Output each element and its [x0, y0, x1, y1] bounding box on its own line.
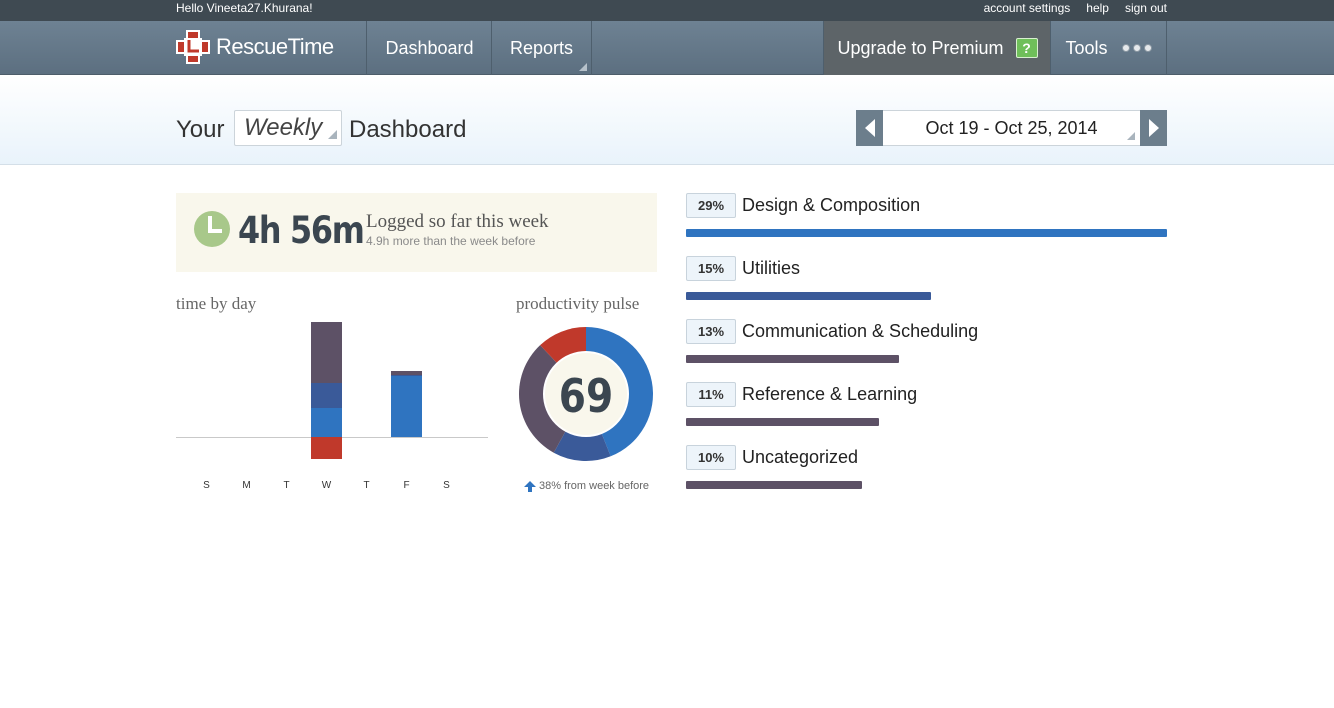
- total-time: 4h 56m: [238, 209, 365, 252]
- logo-cross-clock-icon: [176, 30, 210, 64]
- bar-segment[interactable]: [391, 371, 422, 375]
- main-nav: RescueTime Dashboard Reports Upgrade to …: [0, 21, 1334, 75]
- previous-period-button[interactable]: [856, 110, 883, 146]
- dropdown-corner-icon: [328, 130, 337, 139]
- day-label: W: [321, 480, 332, 491]
- date-range-select[interactable]: Oct 19 - Oct 25, 2014: [883, 110, 1140, 146]
- arrow-up-icon: [524, 480, 536, 492]
- bar-segment[interactable]: [311, 321, 342, 383]
- pulse-score: 69: [559, 370, 613, 424]
- logo-text: RescueTime: [216, 34, 334, 60]
- clock-icon: [194, 211, 230, 247]
- weekly-total-summary: 4h 56m Logged so far this week 4.9h more…: [176, 193, 657, 272]
- productivity-pulse-label: productivity pulse: [516, 294, 640, 313]
- category-bar: [686, 292, 931, 300]
- productivity-pulse-chart[interactable]: 69: [518, 326, 654, 462]
- date-range-value: Oct 19 - Oct 25, 2014: [925, 117, 1098, 138]
- category-name[interactable]: Reference & Learning: [742, 384, 917, 405]
- greeting: Hello Vineeta27.Khurana!: [176, 1, 313, 15]
- category-percent: 13%: [686, 319, 736, 344]
- pulse-change-text: 38% from week before: [539, 480, 650, 492]
- day-label: M: [242, 480, 251, 491]
- arrow-right-icon: [1148, 119, 1159, 137]
- title-your: Your: [176, 116, 225, 143]
- logo-text-time: Time: [287, 34, 335, 59]
- bar-segment[interactable]: [311, 437, 342, 460]
- arrow-left-icon: [864, 119, 875, 137]
- bar-segment[interactable]: [391, 374, 422, 377]
- time-by-day-label: time by day: [176, 294, 257, 313]
- category-name[interactable]: Design & Composition: [742, 195, 920, 216]
- pulse-change: 38% from week before: [524, 480, 649, 492]
- bar-segment[interactable]: [311, 408, 342, 437]
- nav-reports[interactable]: Reports: [491, 21, 592, 75]
- top-bar: Hello Vineeta27.Khurana! account setting…: [0, 0, 1334, 21]
- dropdown-corner-icon: [1127, 132, 1135, 140]
- category-percent: 10%: [686, 445, 736, 470]
- logged-text: Logged so far this week: [366, 211, 549, 232]
- more-dots-icon: [1121, 44, 1152, 52]
- category-percent: 29%: [686, 193, 736, 218]
- category-bar: [686, 229, 1167, 237]
- bar-segment[interactable]: [391, 376, 422, 437]
- period-select[interactable]: Weekly: [234, 110, 342, 146]
- bar-segment[interactable]: [311, 382, 342, 409]
- dashboard-header: Your Weekly Dashboard Oct 19 - Oct 25, 2…: [0, 75, 1334, 165]
- category-name[interactable]: Communication & Scheduling: [742, 321, 978, 342]
- rescuetime-logo[interactable]: RescueTime: [176, 30, 334, 64]
- category-bar: [686, 481, 862, 489]
- nav-tools-label: Tools: [1065, 37, 1108, 58]
- category-bar: [686, 418, 879, 426]
- category-percent: 15%: [686, 256, 736, 281]
- account-links: account settings help sign out: [984, 1, 1167, 15]
- nav-dashboard-label: Dashboard: [385, 37, 474, 58]
- upgrade-premium-button[interactable]: Upgrade to Premium ?: [823, 21, 1051, 75]
- day-label: T: [363, 480, 370, 491]
- logo-text-rescue: Rescue: [216, 34, 288, 59]
- dropdown-corner-icon: [579, 63, 587, 71]
- title-dashboard: Dashboard: [349, 116, 467, 143]
- next-period-button[interactable]: [1140, 110, 1167, 146]
- category-percent: 11%: [686, 382, 736, 407]
- category-name[interactable]: Utilities: [742, 258, 800, 279]
- time-by-day-chart[interactable]: SMTWTFS: [176, 313, 488, 493]
- nav-tools[interactable]: Tools: [1050, 21, 1167, 75]
- category-name[interactable]: Uncategorized: [742, 447, 858, 468]
- day-label: S: [203, 480, 210, 491]
- sign-out-link[interactable]: sign out: [1125, 1, 1167, 15]
- help-link[interactable]: help: [1086, 1, 1109, 15]
- day-label: F: [403, 480, 410, 491]
- delta-text: 4.9h more than the week before: [366, 234, 536, 248]
- day-label: S: [443, 480, 450, 491]
- day-label: T: [283, 480, 290, 491]
- nav-reports-label: Reports: [509, 37, 574, 58]
- upgrade-label: Upgrade to Premium: [837, 37, 1004, 58]
- period-value: Weekly: [244, 114, 323, 141]
- category-bar: [686, 355, 899, 363]
- question-icon: ?: [1015, 38, 1038, 58]
- nav-dashboard[interactable]: Dashboard: [366, 21, 492, 75]
- account-settings-link[interactable]: account settings: [984, 1, 1071, 15]
- date-navigator: Oct 19 - Oct 25, 2014: [856, 110, 1167, 146]
